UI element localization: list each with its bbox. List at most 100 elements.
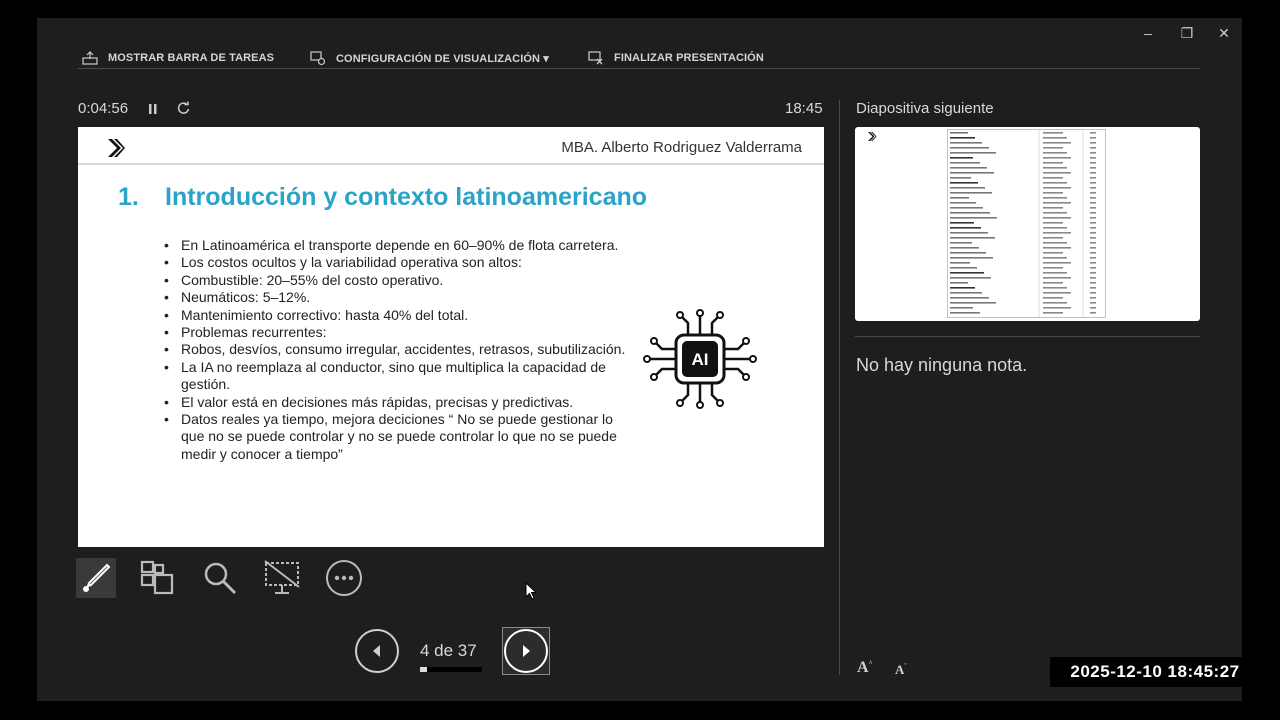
display-settings-icon xyxy=(310,51,326,66)
next-slide-button-frame[interactable] xyxy=(502,627,550,675)
thumbnail-row-text xyxy=(950,247,979,249)
see-all-slides-button[interactable] xyxy=(137,558,177,598)
thumbnail-row-text xyxy=(950,222,974,224)
reset-timer-button[interactable] xyxy=(176,101,191,121)
current-slide: MBA. Alberto Rodriguez Valderrama 1. Intr… xyxy=(78,127,824,547)
zoom-slide-button[interactable] xyxy=(200,558,240,598)
thumbnail-row-value xyxy=(1043,152,1067,154)
increase-font-button[interactable]: A^ xyxy=(857,659,873,677)
increase-font-icon: A xyxy=(857,659,869,676)
thumbnail-row-count xyxy=(1090,312,1096,314)
more-options-button[interactable] xyxy=(324,558,364,598)
thumbnail-row-text xyxy=(950,287,975,289)
thumbnail-row-value xyxy=(1043,172,1071,174)
thumbnail-row-count xyxy=(1090,192,1096,194)
thumbnail-row-value xyxy=(1043,212,1067,214)
thumbnail-row-value xyxy=(1043,177,1063,179)
ai-chip-label: AI xyxy=(692,350,709,369)
thumbnail-row-value xyxy=(1043,192,1063,194)
bullet-item: Problemas recurrentes: xyxy=(164,324,634,342)
thumbnail-row-count xyxy=(1090,302,1096,304)
bullet-item: Datos reales ya tiempo, mejora decicione… xyxy=(164,411,634,463)
restore-button[interactable]: ❐ xyxy=(1175,23,1199,43)
show-taskbar-button[interactable]: MOSTRAR BARRA DE TAREAS xyxy=(82,47,274,69)
display-settings-button[interactable]: CONFIGURACIÓN DE VISUALIZACIÓN ▾ xyxy=(310,47,549,69)
black-screen-icon xyxy=(264,560,300,594)
thumbnail-row-value xyxy=(1043,167,1067,169)
thumbnail-row-text xyxy=(950,232,988,234)
thumbnail-row-value xyxy=(1043,287,1067,289)
thumbnail-row-value xyxy=(1043,297,1063,299)
thumbnail-row-value xyxy=(1043,302,1067,304)
previous-slide-button[interactable] xyxy=(355,629,399,673)
slides-grid-icon xyxy=(140,560,174,595)
thumbnail-row-count xyxy=(1090,177,1096,179)
thumbnail-row-value xyxy=(1043,237,1063,239)
thumbnail-row-text xyxy=(950,152,996,154)
next-slide-button[interactable] xyxy=(504,629,548,673)
thumbnail-row-text xyxy=(950,212,990,214)
thumbnail-row-text xyxy=(950,262,970,264)
pen-tool-button[interactable] xyxy=(76,558,116,598)
thumbnail-row-value xyxy=(1043,292,1071,294)
bullet-item: Neumáticos: 5–12%. xyxy=(164,289,634,307)
thumbnail-row-text xyxy=(950,307,973,309)
current-time: 18:45 xyxy=(785,100,823,117)
bullet-item: Robos, desvíos, consumo irregular, accid… xyxy=(164,341,634,359)
thumbnail-row-text xyxy=(950,202,976,204)
thumbnail-row-count xyxy=(1090,132,1096,134)
thumbnail-row-text xyxy=(950,257,993,259)
slide-author: MBA. Alberto Rodriguez Valderrama xyxy=(561,139,802,156)
pen-icon xyxy=(83,563,111,592)
close-icon: ✕ xyxy=(1218,24,1230,41)
thumbnail-row-count xyxy=(1090,237,1096,239)
thumbnail-row-value xyxy=(1043,207,1063,209)
thumbnail-row-count xyxy=(1090,257,1096,259)
thumbnail-row-value xyxy=(1043,202,1071,204)
logo-icon xyxy=(108,139,125,157)
next-icon xyxy=(523,645,530,657)
thumbnail-row-value xyxy=(1043,187,1071,189)
thumbnail-row-value xyxy=(1043,197,1067,199)
minimize-button[interactable]: – xyxy=(1136,23,1160,43)
thumbnail-row-count xyxy=(1090,282,1096,284)
thumbnail-row-text xyxy=(950,217,997,219)
presenter-view-window: MOSTRAR BARRA DE TAREAS CONFIGURACIÓN DE… xyxy=(37,18,1242,701)
page-counter[interactable]: 4 de 37 xyxy=(420,641,477,661)
black-screen-button[interactable] xyxy=(262,558,302,598)
thumbnail-row-count xyxy=(1090,147,1096,149)
thumbnail-row-value xyxy=(1043,147,1063,149)
thumbnail-row-text xyxy=(950,147,989,149)
thumbnail-row-count xyxy=(1090,272,1096,274)
thumbnail-row-text xyxy=(950,142,982,144)
thumbnail-row-text xyxy=(950,282,968,284)
end-show-label: FINALIZAR PRESENTACIÓN xyxy=(614,52,764,64)
thumbnail-row-text xyxy=(950,227,981,229)
thumbnail-row-count xyxy=(1090,172,1096,174)
decrease-font-button[interactable]: Aˇ xyxy=(895,662,907,678)
thumbnail-row-text xyxy=(950,312,980,314)
bullet-item: La IA no reemplaza al conductor, sino qu… xyxy=(164,359,634,394)
thumbnail-row-value xyxy=(1043,217,1071,219)
thumbnail-row-text xyxy=(950,132,968,134)
slide-title: 1. Introducción y contexto latinoamerican… xyxy=(118,183,647,212)
thumbnail-row-count xyxy=(1090,182,1096,184)
end-show-button[interactable]: FINALIZAR PRESENTACIÓN xyxy=(588,47,764,69)
recording-timestamp: 2025-12-10 18:45:27 xyxy=(1050,657,1260,687)
thumbnail-row-text xyxy=(950,177,971,179)
thumbnail-row-value xyxy=(1043,232,1071,234)
more-options-icon xyxy=(326,560,362,596)
bullet-item: Los costos ocultos y la variabilidad ope… xyxy=(164,254,634,272)
thumbnail-row-text xyxy=(950,272,984,274)
thumbnail-row-count xyxy=(1090,262,1096,264)
thumbnail-row-value xyxy=(1043,252,1063,254)
next-slide-thumbnail[interactable] xyxy=(855,127,1200,321)
thumbnail-row-value xyxy=(1043,242,1067,244)
close-button[interactable]: ✕ xyxy=(1212,23,1236,43)
thumbnail-row-value xyxy=(1043,222,1063,224)
notes-divider xyxy=(855,336,1200,337)
pause-icon xyxy=(149,104,157,114)
pause-timer-button[interactable] xyxy=(147,102,159,121)
thumbnail-row-count xyxy=(1090,247,1096,249)
thumbnail-row-text xyxy=(950,277,991,279)
